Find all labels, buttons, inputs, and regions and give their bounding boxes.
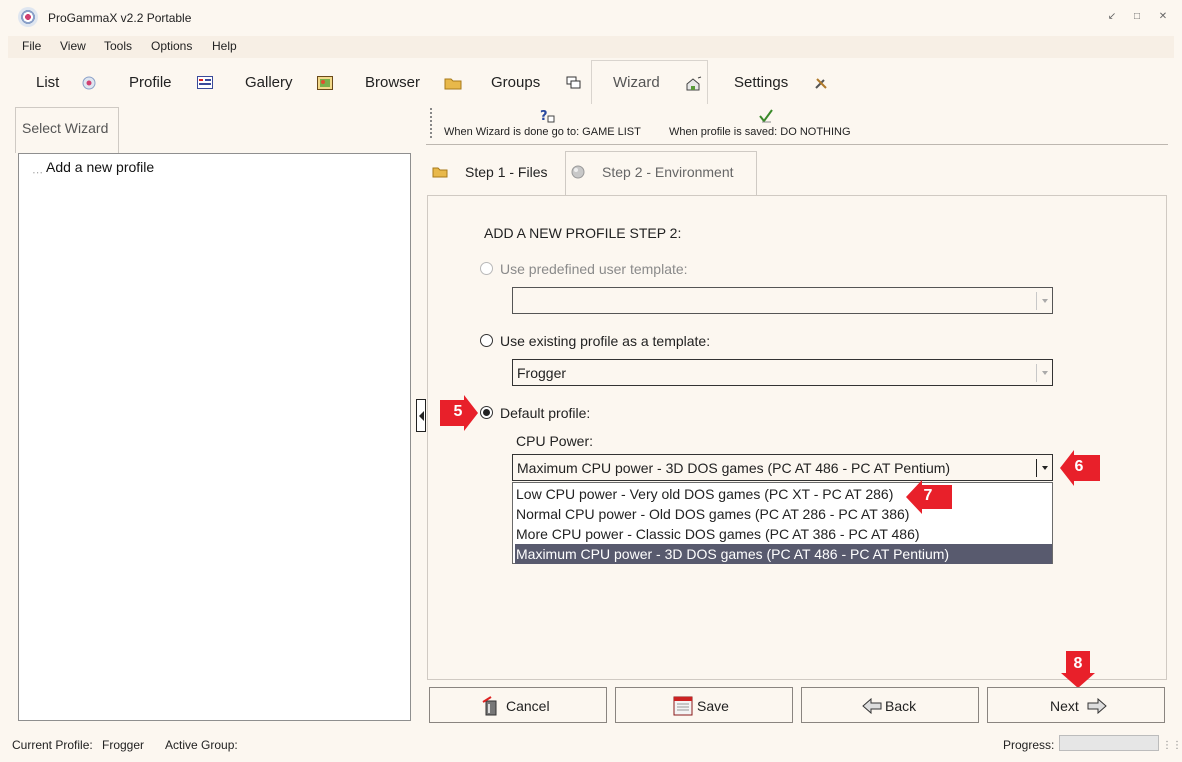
groups-windows-icon — [566, 76, 582, 90]
save-button[interactable]: Save — [615, 687, 793, 723]
cpu-option-maximum[interactable]: Maximum CPU power - 3D DOS games (PC AT … — [515, 544, 1052, 564]
splitter-collapse-handle[interactable] — [416, 399, 426, 432]
wizard-house-icon — [685, 76, 702, 91]
annotation-number-6: 6 — [1074, 458, 1084, 475]
toolbar-grip[interactable] — [430, 108, 432, 138]
minimize-icon[interactable]: ↙ — [1101, 8, 1123, 26]
radio-existing-profile[interactable] — [480, 334, 493, 347]
cpu-power-combo[interactable]: Maximum CPU power - 3D DOS games (PC AT … — [512, 454, 1053, 481]
tab-select-wizard-label: Select Wizard — [22, 120, 109, 136]
annotation-arrow-7: 7 — [904, 480, 954, 517]
help-question-icon[interactable]: ? — [539, 108, 555, 127]
checkmark-icon[interactable] — [758, 108, 774, 127]
cancel-icon — [482, 696, 500, 719]
tree-item-add-profile[interactable]: Add a new profile — [46, 159, 154, 175]
current-profile-label: Current Profile: — [12, 738, 93, 752]
back-label: Back — [885, 698, 917, 714]
tab-groups[interactable]: Groups — [491, 74, 540, 91]
annotation-number-8: 8 — [1073, 655, 1083, 672]
gallery-picture-icon — [317, 76, 333, 90]
svg-text:?: ? — [540, 109, 548, 124]
radio-default-profile[interactable] — [480, 406, 493, 419]
menu-tools[interactable]: Tools — [104, 39, 132, 53]
menu-options[interactable]: Options — [151, 39, 192, 53]
radio-existing-label: Use existing profile as a template: — [500, 333, 711, 349]
maximize-icon[interactable]: □ — [1126, 8, 1148, 26]
combo-separator — [1036, 459, 1037, 477]
cpu-option-low[interactable]: Low CPU power - Very old DOS games (PC X… — [515, 484, 1052, 504]
page-heading: ADD A NEW PROFILE STEP 2: — [484, 225, 682, 241]
back-button[interactable]: Back — [801, 687, 979, 723]
current-profile-value: Frogger — [102, 738, 145, 752]
save-icon — [673, 696, 693, 719]
radio-default-label: Default profile: — [500, 405, 591, 421]
cpu-power-label: CPU Power: — [516, 433, 594, 449]
chevron-down-icon[interactable] — [1042, 299, 1048, 303]
tab-step2-environment[interactable]: Step 2 - Environment — [602, 164, 734, 180]
tab-browser[interactable]: Browser — [365, 74, 420, 91]
cpu-option-normal[interactable]: Normal CPU power - Old DOS games (PC AT … — [515, 504, 1052, 524]
globe-icon — [571, 165, 585, 182]
tab-profile[interactable]: Profile — [129, 74, 172, 91]
window-title: ProGammaX v2.2 Portable — [48, 11, 192, 25]
tree-connector: ⋯ — [32, 167, 43, 179]
existing-profile-value: Frogger — [517, 365, 567, 381]
existing-profile-combo[interactable]: Frogger — [512, 359, 1053, 386]
profile-saved-setting[interactable]: When profile is saved: DO NOTHING — [669, 126, 851, 138]
cancel-button[interactable]: Cancel — [429, 687, 607, 723]
browser-folder-icon — [444, 76, 462, 90]
combo-separator — [1036, 364, 1037, 382]
next-label: Next — [1050, 698, 1079, 714]
tab-list[interactable]: List — [36, 74, 59, 91]
list-icon — [82, 76, 98, 90]
annotation-arrow-5: 5 — [438, 395, 480, 434]
tab-wizard[interactable]: Wizard — [613, 74, 660, 91]
progress-bar — [1059, 735, 1159, 751]
cpu-power-dropdown-list: Low CPU power - Very old DOS games (PC X… — [512, 482, 1053, 564]
active-group-label: Active Group: — [165, 738, 238, 752]
settings-tools-icon — [814, 76, 830, 90]
wizard-tree — [18, 153, 411, 721]
save-label: Save — [697, 698, 729, 714]
tab-settings[interactable]: Settings — [734, 74, 788, 91]
cpu-option-more[interactable]: More CPU power - Classic DOS games (PC A… — [515, 524, 1052, 544]
menu-help[interactable]: Help — [212, 39, 237, 53]
app-logo-icon — [18, 7, 38, 27]
folder-icon — [432, 165, 448, 181]
predefined-template-combo[interactable] — [512, 287, 1053, 314]
tab-gallery[interactable]: Gallery — [245, 74, 293, 91]
arrow-left-icon — [862, 697, 882, 717]
menu-view[interactable]: View — [60, 39, 86, 53]
arrow-right-icon — [1087, 697, 1107, 717]
toolbar-divider — [426, 144, 1168, 145]
progress-label: Progress: — [1003, 738, 1055, 752]
annotation-arrow-8: 8 — [1061, 651, 1095, 692]
wizard-done-setting[interactable]: When Wizard is done go to: GAME LIST — [444, 126, 641, 138]
combo-separator — [1036, 292, 1037, 310]
annotation-number-5: 5 — [453, 403, 463, 420]
cpu-power-value: Maximum CPU power - 3D DOS games (PC AT … — [517, 460, 951, 476]
resize-grip-icon[interactable]: ⋮⋮ — [1162, 740, 1182, 751]
chevron-down-icon[interactable] — [1042, 371, 1048, 375]
tab-step1-files[interactable]: Step 1 - Files — [465, 164, 547, 180]
cancel-label: Cancel — [506, 698, 550, 714]
profile-card-icon — [197, 76, 213, 90]
close-icon[interactable]: ✕ — [1152, 8, 1174, 26]
chevron-down-icon[interactable] — [1042, 466, 1048, 470]
radio-predefined-label: Use predefined user template: — [500, 261, 688, 277]
menu-file[interactable]: File — [22, 39, 41, 53]
next-button[interactable]: Next — [987, 687, 1165, 723]
annotation-number-7: 7 — [923, 487, 933, 504]
radio-predefined-template[interactable] — [480, 262, 493, 275]
annotation-arrow-6: 6 — [1058, 450, 1102, 489]
